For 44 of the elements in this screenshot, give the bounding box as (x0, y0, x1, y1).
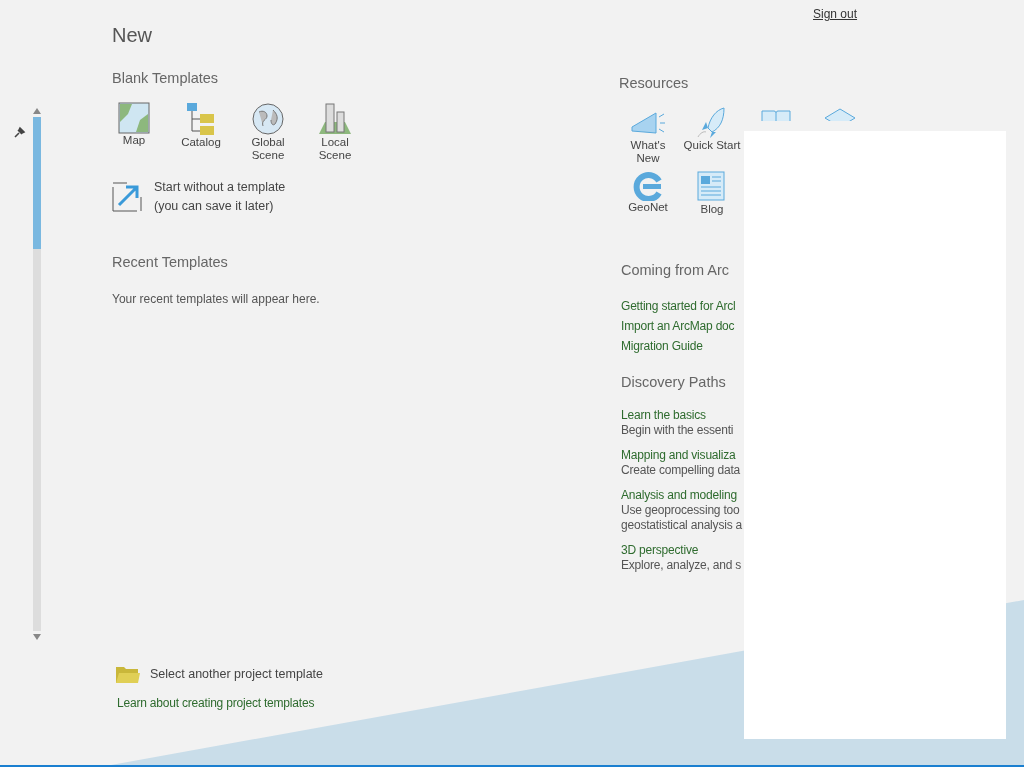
path-description: Begin with the essenti (621, 423, 734, 438)
path-description: Use geoprocessing too (621, 503, 740, 518)
city-icon (318, 102, 352, 136)
resource-tile[interactable]: GeoNet (619, 171, 677, 216)
resource-tile[interactable]: Quick Start (683, 107, 741, 165)
geonet-icon (633, 171, 663, 201)
section-heading: Recent Templates (112, 253, 229, 272)
sign-out-link[interactable]: Sign out (813, 7, 1024, 21)
map-icon (118, 102, 150, 134)
folder-tree-icon (185, 102, 217, 136)
template-tile[interactable]: Local Scene (305, 102, 365, 162)
path-description: Create compelling data (621, 463, 740, 478)
resource-tile[interactable]: Blog (683, 171, 741, 216)
section-heading: Resources (619, 74, 690, 93)
newspaper-icon (697, 171, 727, 203)
graduation-cap-icon (823, 107, 857, 121)
discovery-path-link[interactable]: Learn the basics (621, 408, 706, 423)
discovery-path-link[interactable]: Mapping and visualiza (621, 448, 736, 463)
pin-icon[interactable] (14, 126, 26, 138)
template-tile[interactable]: Map (104, 102, 164, 162)
section-heading: Blank Templates (112, 69, 220, 88)
section-heading: Coming from Arc (621, 261, 730, 280)
section-heading: Discovery Paths (621, 373, 727, 392)
template-tile[interactable]: Global Scene (238, 102, 298, 162)
resource-link[interactable]: Import an ArcMap doc (621, 316, 735, 336)
start-without-template-button[interactable]: Start without a template (you can save it later) (112, 178, 619, 216)
folder-icon (116, 665, 140, 683)
book-icon (760, 107, 792, 121)
resource-link[interactable]: Migration Guide (621, 336, 703, 356)
learn-templates-link[interactable]: Learn about creating project templates (117, 693, 315, 713)
path-description: Explore, analyze, and s (621, 558, 742, 573)
arrow-box-icon (112, 182, 142, 212)
discovery-path-link[interactable]: Analysis and modeling (621, 488, 737, 503)
scrollbar[interactable] (32, 108, 42, 640)
discovery-path-link[interactable]: 3D perspective (621, 543, 699, 558)
page-title: New (112, 23, 153, 48)
globe-icon (251, 102, 285, 136)
resource-link[interactable]: Getting started for Arcl (621, 296, 736, 316)
template-tile[interactable]: Catalog (171, 102, 231, 162)
empty-message: Your recent templates will appear here. (112, 292, 321, 306)
select-template-button[interactable]: Select another project template (116, 665, 619, 683)
rocket-icon (696, 107, 728, 139)
path-description: geostatistical analysis a (621, 518, 743, 533)
resource-tile[interactable]: What's New (619, 107, 677, 165)
